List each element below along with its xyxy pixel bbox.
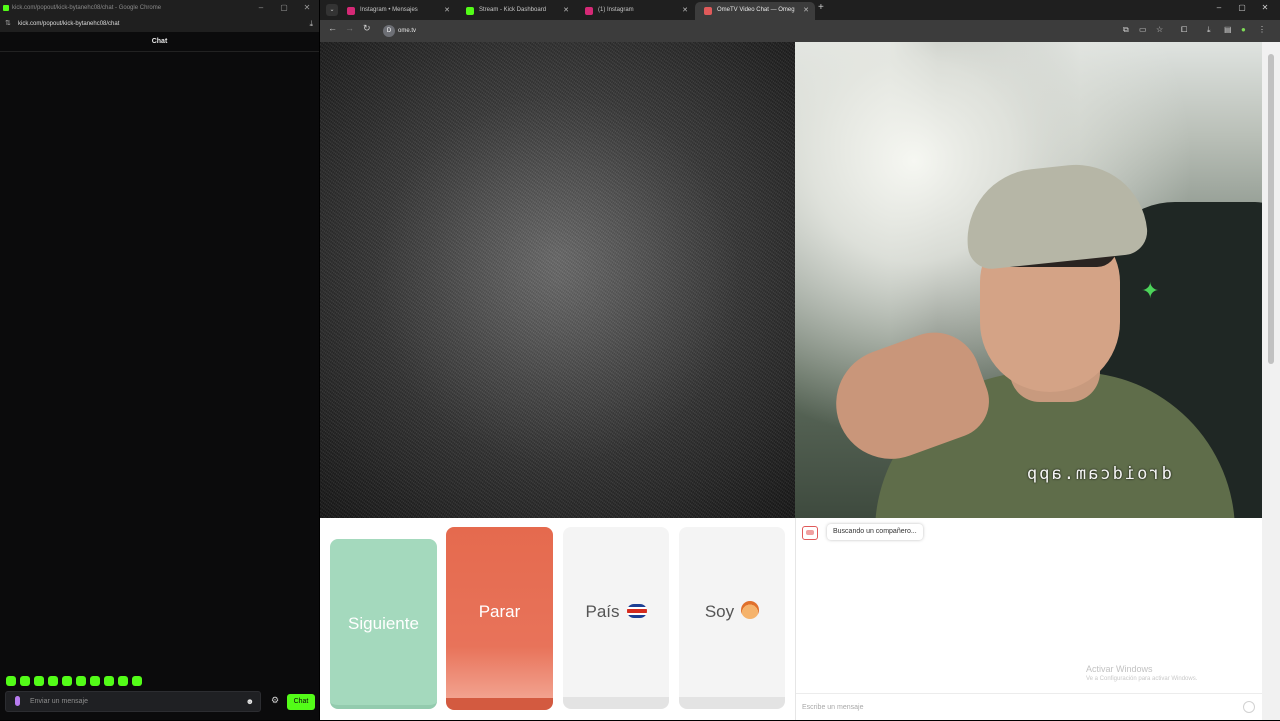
browser-toolbar: ← → ↻ D ome.tv ⧉ ▭ ☆ ⧠ ⤓ ▤ ● ⋮	[320, 20, 1280, 42]
address-bar[interactable]: D ome.tv	[380, 23, 1120, 39]
emote-icon[interactable]	[104, 676, 114, 686]
maximize-icon[interactable]: ▢	[1231, 0, 1253, 16]
translate-icon[interactable]: ⧉	[1123, 25, 1129, 35]
tab-strip: ⌄ Instagram • Mensajes ✕ Stream - Kick D…	[320, 0, 1280, 20]
emote-icon[interactable]	[76, 676, 86, 686]
emote-icon[interactable]	[118, 676, 128, 686]
tab-label: OmeTV Video Chat — Omeg	[717, 7, 795, 13]
ometv-logo-icon	[802, 526, 818, 540]
tab-kick-dashboard[interactable]: Stream - Kick Dashboard ✕	[457, 2, 575, 20]
address-url: ome.tv	[398, 28, 417, 34]
tab-ometv[interactable]: OmeTV Video Chat — Omeg ✕	[695, 2, 815, 20]
boy-face-icon	[741, 601, 760, 619]
ometv-chat-panel: Buscando un compañero... Activar Windows…	[795, 518, 1263, 720]
chat-message-input[interactable]: Escribe un mensaje	[796, 693, 1263, 720]
emoji-icon[interactable]	[1243, 701, 1255, 713]
left-url: kick.com/popout/kick-bytanehc08/chat	[18, 21, 120, 27]
razer-logo-icon: ✦	[1141, 278, 1160, 303]
tab-label: Instagram • Mensajes	[360, 7, 418, 13]
kick-favicon-icon	[3, 5, 9, 11]
instagram-icon	[347, 7, 355, 15]
site-settings-icon[interactable]: ⇅	[5, 16, 11, 32]
kick-icon	[466, 7, 474, 15]
left-window-titlebar: kick.com/popout/kick-bytanehc08/chat - G…	[0, 0, 319, 16]
forward-icon[interactable]: →	[345, 23, 354, 33]
menu-kebab-icon[interactable]: ⋮	[1258, 25, 1266, 34]
kick-chat-input[interactable]: Enviar un mensaje ☻	[5, 691, 261, 712]
close-icon[interactable]: ✕	[1254, 0, 1276, 16]
emote-icon[interactable]	[90, 676, 100, 686]
close-tab-icon[interactable]: ✕	[563, 2, 569, 19]
ometv-icon	[704, 7, 712, 15]
emote-icon[interactable]	[48, 676, 58, 686]
left-address-bar[interactable]: ⇅ kick.com/popout/kick-bytanehc08/chat ⤓	[0, 16, 319, 32]
bookmark-star-icon[interactable]: ☆	[1156, 25, 1163, 34]
tab-instagram[interactable]: (1) Instagram ✕	[576, 2, 694, 20]
sidepanel-icon[interactable]: ▤	[1224, 25, 1232, 34]
activate-windows-title: Activar Windows	[1086, 664, 1153, 674]
kick-chat-placeholder: Enviar un mensaje	[30, 698, 88, 705]
maximize-icon[interactable]: ▢	[273, 0, 295, 16]
self-camera-feed: ✦ droidcam.app	[795, 42, 1270, 518]
emote-icon[interactable]	[20, 676, 30, 686]
close-icon[interactable]: ✕	[296, 0, 318, 16]
control-bar: Siguiente Parar País Soy	[320, 518, 795, 720]
gender-label: Soy	[704, 602, 735, 621]
download-icon[interactable]: ⤓	[1207, 25, 1211, 35]
microphone-icon[interactable]	[15, 696, 20, 706]
tab-label: (1) Instagram	[598, 7, 634, 13]
close-tab-icon[interactable]: ✕	[803, 2, 809, 19]
back-icon[interactable]: ←	[328, 23, 337, 33]
minimize-icon[interactable]: –	[250, 0, 272, 16]
stranger-video-feed	[320, 42, 795, 518]
profile-icon[interactable]: ●	[1241, 25, 1246, 34]
gear-icon[interactable]: ⚙	[271, 695, 279, 706]
kick-chat-popout-window	[0, 0, 319, 720]
emote-icon[interactable]	[6, 676, 16, 686]
page-scrollbar[interactable]	[1262, 42, 1280, 720]
extensions-icon[interactable]: ⧠	[1181, 25, 1187, 35]
next-button[interactable]: Siguiente	[330, 539, 437, 709]
instagram-icon	[585, 7, 593, 15]
tab-search-icon[interactable]: ⌄	[326, 4, 338, 16]
emote-bar	[6, 676, 142, 687]
emote-icon[interactable]	[132, 676, 142, 686]
download-icon[interactable]: ⤓	[309, 16, 313, 32]
left-window-title: kick.com/popout/kick-bytanehc08/chat - G…	[12, 5, 162, 11]
tab-instagram-messages[interactable]: Instagram • Mensajes ✕	[338, 2, 456, 20]
droidcam-watermark: droidcam.app	[1025, 464, 1172, 484]
minimize-icon[interactable]: –	[1208, 0, 1230, 16]
tab-label: Stream - Kick Dashboard	[479, 7, 547, 13]
gender-select-button[interactable]: Soy	[679, 527, 785, 709]
emoji-picker-icon[interactable]: ☻	[246, 692, 254, 711]
close-tab-icon[interactable]: ✕	[682, 2, 688, 19]
close-tab-icon[interactable]: ✕	[444, 2, 450, 19]
site-info-icon[interactable]: D	[383, 25, 395, 37]
cast-icon[interactable]: ▭	[1139, 25, 1147, 34]
reload-icon[interactable]: ↻	[363, 23, 371, 34]
stop-button[interactable]: Parar	[446, 527, 553, 710]
emote-icon[interactable]	[62, 676, 72, 686]
chat-status-message: Buscando un compañero...	[827, 524, 923, 540]
activate-windows-subtitle: Ve a Configuración para activar Windows.	[1086, 676, 1198, 682]
country-filter-button[interactable]: País	[563, 527, 669, 709]
costa-rica-flag-icon	[626, 604, 647, 618]
send-chat-button[interactable]: Chat	[287, 694, 315, 710]
new-tab-icon[interactable]: +	[818, 2, 824, 13]
emote-icon[interactable]	[34, 676, 44, 686]
country-label: País	[585, 602, 620, 621]
scrollbar-thumb[interactable]	[1268, 54, 1274, 364]
chat-header: Chat	[0, 32, 319, 52]
chat-input-placeholder: Escribe un mensaje	[802, 704, 864, 711]
